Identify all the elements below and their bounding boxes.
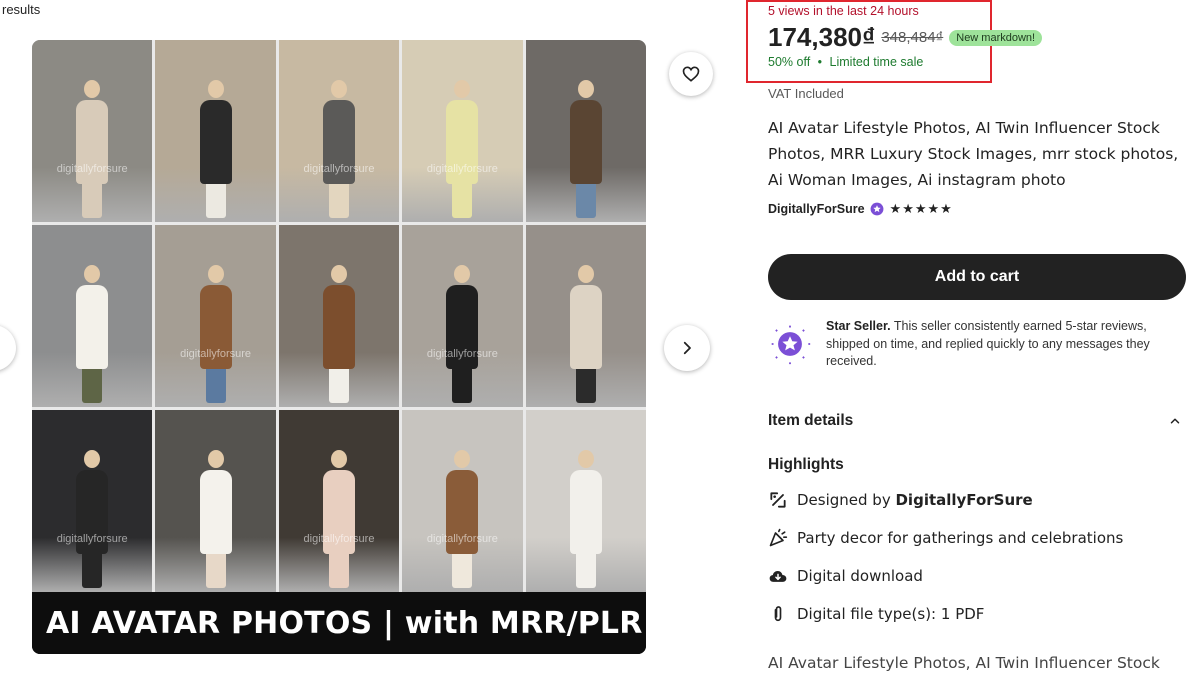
watermark-text: digitallyforsure — [56, 162, 128, 175]
person-figure — [207, 265, 224, 284]
highlight-file-types: Digital file type(s): 1 PDF — [768, 604, 984, 624]
current-price: 174,380₫ — [768, 22, 876, 52]
discount-text: 50% off — [768, 55, 811, 69]
paperclip-icon — [774, 606, 782, 622]
star-seller-icon — [769, 323, 811, 365]
star-seller-info: Star Seller. This seller consistently ea… — [768, 318, 1188, 371]
person-figure — [454, 450, 471, 469]
banner-text: AI AVATAR PHOTOS | with MRR/PLR — [46, 605, 643, 641]
price-row: 174,380₫ 348,484₫ New markdown! — [768, 22, 1043, 53]
highlight-download: Digital download — [768, 566, 923, 586]
person-figure — [577, 265, 594, 284]
add-to-cart-button[interactable]: Add to cart — [768, 254, 1186, 300]
person-figure — [207, 80, 224, 99]
collage-photo: digitallyforsure — [32, 410, 153, 592]
person-figure — [84, 265, 101, 284]
sale-info: 50% off • Limited time sale — [768, 55, 923, 69]
designed-prefix: Designed by — [797, 491, 896, 509]
person-figure — [577, 450, 594, 469]
star-seller-text: Star Seller. This seller consistently ea… — [826, 318, 1188, 371]
highlight-designed-by: Designed by DigitallyForSure — [768, 490, 1033, 510]
cloud-download-icon — [769, 571, 787, 582]
shop-name-link[interactable]: DigitallyForSure — [768, 202, 865, 216]
person-figure — [454, 265, 471, 284]
designer-icon — [770, 492, 786, 508]
shop-info: DigitallyForSure ★★★★★ — [768, 201, 953, 217]
item-details-label: Item details — [768, 412, 854, 429]
chevron-right-icon — [683, 341, 691, 355]
collage-photo — [155, 40, 276, 222]
person-figure — [76, 285, 109, 369]
person-figure — [207, 450, 224, 469]
collage-photo — [32, 225, 153, 407]
original-price: 348,484₫ — [881, 29, 944, 46]
chevron-up-icon — [1170, 418, 1180, 424]
listing-title: AI Avatar Lifestyle Photos, AI Twin Infl… — [768, 119, 1179, 189]
person-figure — [84, 450, 101, 469]
collage-photo: digitallyforsure — [402, 225, 523, 407]
person-figure — [569, 285, 602, 369]
rating-stars[interactable]: ★★★★★ — [890, 201, 953, 217]
vat-note: VAT Included — [768, 86, 844, 101]
next-image-button[interactable] — [664, 325, 710, 371]
person-figure — [454, 80, 471, 99]
star-seller-badge-icon — [870, 202, 883, 216]
previous-image-button[interactable] — [0, 325, 16, 371]
sale-separator: • — [817, 55, 823, 69]
collage-photo: digitallyforsure — [278, 410, 400, 592]
person-figure — [199, 100, 232, 184]
collage-photo: digitallyforsure — [32, 40, 153, 222]
watermark-text: digitallyforsure — [180, 347, 252, 360]
person-figure — [330, 450, 347, 469]
person-figure — [569, 100, 602, 184]
collage-photo: digitallyforsure — [402, 40, 523, 222]
image-collage: digitallyforsure digitallyforsure digitall… — [32, 40, 646, 592]
heart-icon — [682, 66, 700, 82]
collage-photo: digitallyforsure — [402, 410, 523, 592]
collage-photo — [155, 410, 276, 592]
highlight-occasion: Party decor for gatherings and celebrati… — [768, 528, 1123, 548]
person-figure — [330, 80, 347, 99]
watermark-text: digitallyforsure — [56, 532, 128, 545]
collage-photo — [278, 225, 400, 407]
limited-sale-text: Limited time sale — [829, 55, 924, 69]
file-types-text: Digital file type(s): 1 PDF — [797, 605, 985, 623]
party-popper-icon — [769, 528, 788, 547]
listing-image-gallery[interactable]: digitallyforsure digitallyforsure digitall… — [32, 40, 646, 654]
watermark-text: digitallyforsure — [426, 532, 498, 545]
views-count: 5 views in the last 24 hours — [768, 4, 919, 18]
person-figure — [330, 265, 347, 284]
collage-photo — [525, 410, 646, 592]
collage-photo — [525, 225, 646, 407]
person-figure — [199, 470, 232, 554]
watermark-text: digitallyforsure — [426, 347, 498, 360]
occasion-text: Party decor for gatherings and celebrati… — [797, 529, 1124, 547]
person-figure — [84, 80, 101, 99]
collage-photo — [525, 40, 646, 222]
watermark-text: digitallyforsure — [303, 532, 375, 545]
collage-photo: digitallyforsure — [278, 40, 400, 222]
watermark-text: digitallyforsure — [426, 162, 498, 175]
highlights-heading: Highlights — [768, 456, 844, 473]
star-seller-label: Star Seller. — [826, 319, 891, 333]
markdown-badge: New markdown! — [949, 29, 1043, 46]
listing-description: AI Avatar Lifestyle Photos, AI Twin Infl… — [768, 654, 1160, 672]
person-figure — [569, 470, 602, 554]
designer-link[interactable]: DigitallyForSure — [895, 491, 1032, 509]
image-banner: AI AVATAR PHOTOS | with MRR/PLR — [32, 592, 646, 654]
watermark-text: digitallyforsure — [303, 162, 375, 175]
chevron-left-icon — [0, 339, 2, 357]
collage-photo: digitallyforsure — [155, 225, 276, 407]
person-figure — [577, 80, 594, 99]
favorite-button[interactable] — [669, 52, 713, 96]
download-text: Digital download — [797, 567, 923, 585]
person-figure — [322, 285, 355, 369]
item-details-toggle[interactable]: Item details — [768, 412, 1182, 430]
results-breadcrumb[interactable]: results — [2, 2, 40, 17]
